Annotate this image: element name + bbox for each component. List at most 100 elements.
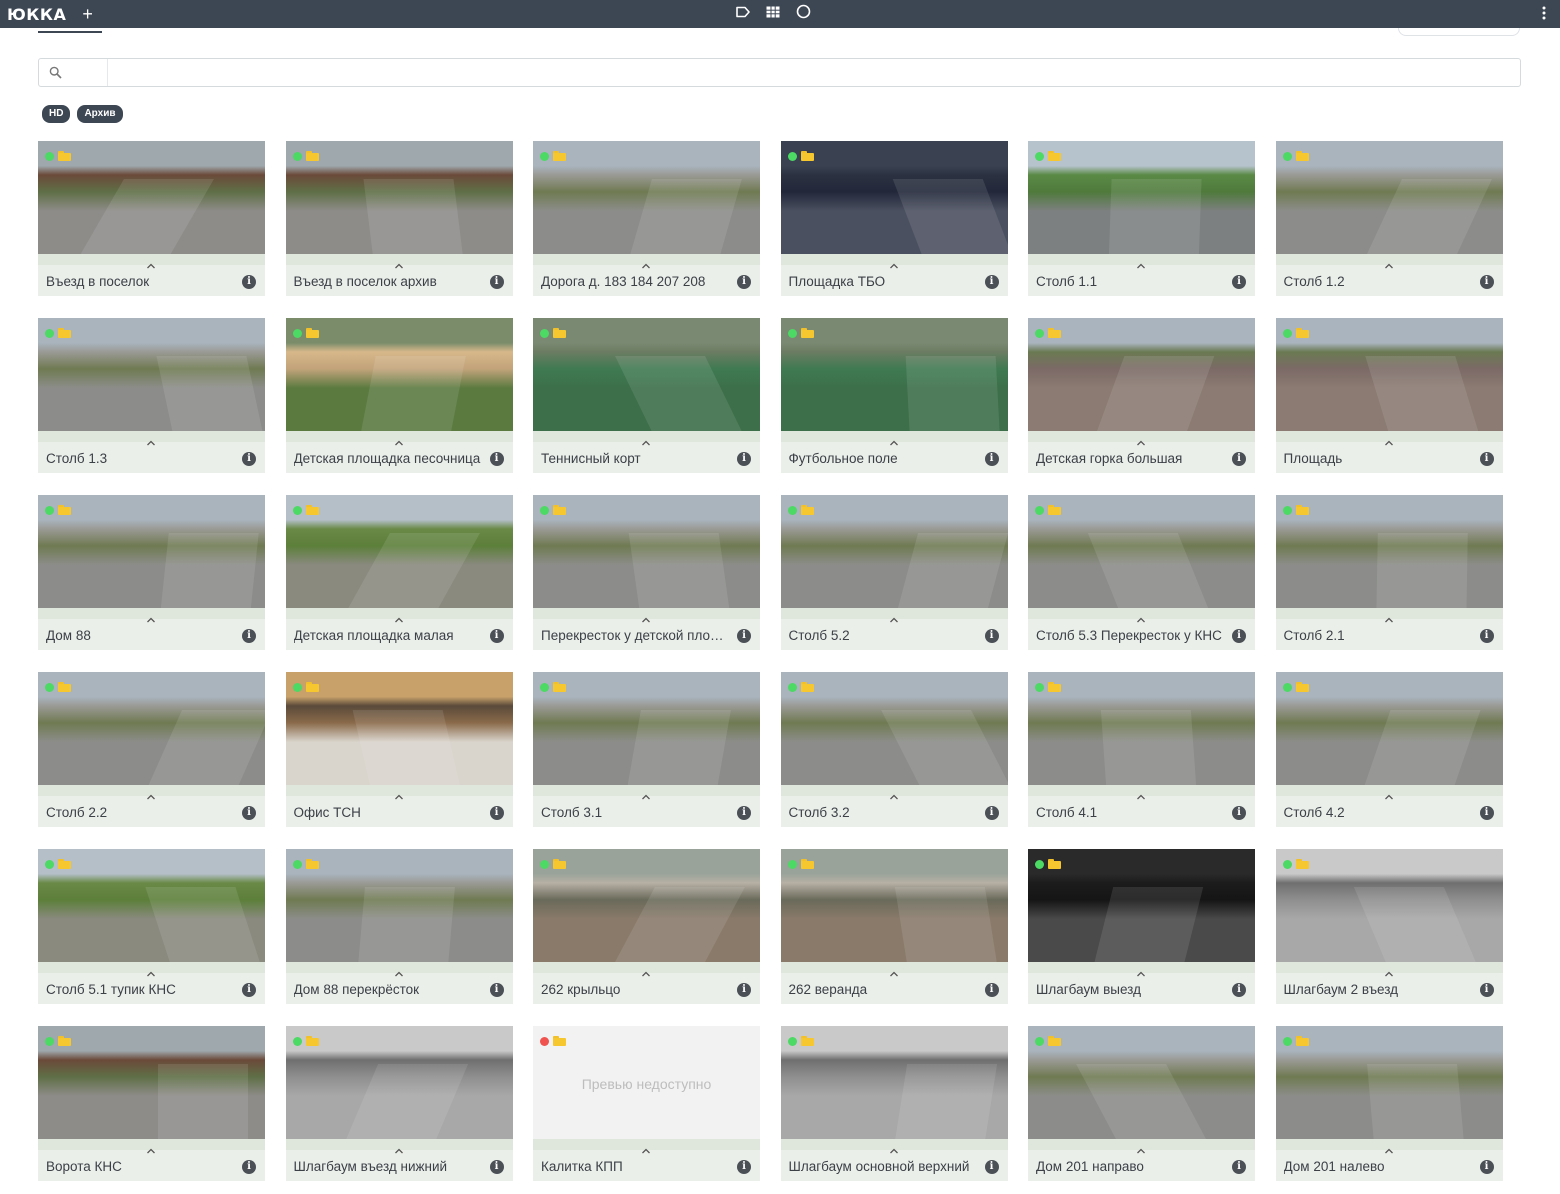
- camera-preview[interactable]: [285, 1026, 513, 1139]
- camera-preview[interactable]: [1028, 318, 1255, 431]
- camera-preview[interactable]: [285, 318, 513, 431]
- info-icon[interactable]: i: [242, 1160, 256, 1174]
- camera-preview[interactable]: Превью недоступно: [533, 1026, 760, 1139]
- chevron-up-icon[interactable]: [146, 1141, 156, 1159]
- camera-preview[interactable]: [38, 318, 265, 431]
- camera-preview[interactable]: [1275, 672, 1503, 785]
- search-input[interactable]: [111, 61, 1511, 84]
- camera-card[interactable]: Шлагбаум въезд нижний i: [285, 1026, 513, 1181]
- info-icon[interactable]: i: [1479, 1160, 1494, 1174]
- camera-preview[interactable]: [38, 141, 265, 254]
- camera-preview[interactable]: [533, 141, 760, 254]
- chevron-up-icon[interactable]: [394, 1141, 404, 1159]
- chevron-up-icon[interactable]: [1384, 433, 1394, 451]
- camera-card[interactable]: Дом 201 направо i: [1028, 1026, 1255, 1181]
- chevron-up-icon[interactable]: [1384, 787, 1394, 805]
- camera-card[interactable]: Дом 88 i: [38, 495, 265, 650]
- info-icon[interactable]: i: [1232, 275, 1246, 289]
- info-icon[interactable]: i: [489, 629, 504, 643]
- chevron-up-icon[interactable]: [1384, 610, 1394, 628]
- filter-hd[interactable]: HD: [42, 105, 71, 123]
- info-icon[interactable]: i: [1479, 629, 1494, 643]
- info-icon[interactable]: i: [984, 629, 999, 643]
- info-icon[interactable]: i: [1232, 1160, 1246, 1174]
- camera-preview[interactable]: [533, 318, 760, 431]
- camera-card[interactable]: Столб 2.1 i: [1275, 495, 1503, 650]
- camera-card[interactable]: Столб 1.1 i: [1028, 141, 1255, 296]
- camera-card[interactable]: Въезд в поселок архив i: [285, 141, 513, 296]
- info-icon[interactable]: i: [984, 1160, 999, 1174]
- chevron-up-icon[interactable]: [1384, 256, 1394, 274]
- tag-view-icon[interactable]: [736, 6, 750, 18]
- camera-card[interactable]: Теннисный корт i: [533, 318, 760, 473]
- chevron-up-icon[interactable]: [1136, 433, 1146, 451]
- chevron-up-icon[interactable]: [1136, 610, 1146, 628]
- camera-card[interactable]: Шлагбаум выезд i: [1028, 849, 1255, 1004]
- camera-card[interactable]: Детская площадка малая i: [285, 495, 513, 650]
- camera-preview[interactable]: [285, 495, 513, 608]
- chevron-up-icon[interactable]: [641, 610, 651, 628]
- camera-preview[interactable]: [1028, 1026, 1255, 1139]
- info-icon[interactable]: i: [737, 275, 751, 289]
- camera-preview[interactable]: [1275, 495, 1503, 608]
- camera-preview[interactable]: [285, 849, 513, 962]
- camera-preview[interactable]: [1275, 141, 1503, 254]
- info-icon[interactable]: i: [1232, 629, 1246, 643]
- chevron-up-icon[interactable]: [146, 610, 156, 628]
- camera-card[interactable]: Ворота КНС i: [38, 1026, 265, 1181]
- add-button[interactable]: +: [82, 5, 93, 23]
- camera-card[interactable]: Столб 4.1 i: [1028, 672, 1255, 827]
- chevron-up-icon[interactable]: [1384, 1141, 1394, 1159]
- chevron-up-icon[interactable]: [146, 964, 156, 982]
- camera-card[interactable]: Столб 1.3 i: [38, 318, 265, 473]
- chevron-up-icon[interactable]: [1136, 256, 1146, 274]
- chevron-up-icon[interactable]: [641, 256, 651, 274]
- chevron-up-icon[interactable]: [641, 1141, 651, 1159]
- circle-view-icon[interactable]: [796, 4, 811, 19]
- camera-card[interactable]: Дом 201 налево i: [1275, 1026, 1503, 1181]
- chevron-up-icon[interactable]: [394, 256, 404, 274]
- camera-card[interactable]: Столб 4.2 i: [1275, 672, 1503, 827]
- grid-view-icon[interactable]: [766, 6, 780, 18]
- info-icon[interactable]: i: [242, 806, 256, 820]
- camera-preview[interactable]: [780, 141, 1008, 254]
- chevron-up-icon[interactable]: [1384, 964, 1394, 982]
- camera-card[interactable]: Детская горка большая i: [1028, 318, 1255, 473]
- camera-card[interactable]: Дом 88 перекрёсток i: [285, 849, 513, 1004]
- camera-preview[interactable]: [1028, 495, 1255, 608]
- chevron-up-icon[interactable]: [146, 256, 156, 274]
- camera-card[interactable]: Шлагбаум основной верхний i: [780, 1026, 1008, 1181]
- camera-preview[interactable]: [1028, 849, 1255, 962]
- chevron-up-icon[interactable]: [889, 256, 899, 274]
- camera-card[interactable]: Превью недоступно Калитка КПП i: [533, 1026, 760, 1181]
- filter-archive[interactable]: Архив: [77, 105, 123, 123]
- camera-preview[interactable]: [780, 849, 1008, 962]
- camera-preview[interactable]: [1028, 141, 1255, 254]
- camera-card[interactable]: Въезд в поселок i: [38, 141, 265, 296]
- header-action-button[interactable]: [1398, 28, 1520, 36]
- camera-card[interactable]: Столб 5.2 i: [780, 495, 1008, 650]
- camera-card[interactable]: Столб 1.2 i: [1275, 141, 1503, 296]
- info-icon[interactable]: i: [737, 629, 751, 643]
- camera-card[interactable]: 262 крыльцо i: [533, 849, 760, 1004]
- chevron-up-icon[interactable]: [394, 787, 404, 805]
- chevron-up-icon[interactable]: [889, 787, 899, 805]
- info-icon[interactable]: i: [1232, 452, 1246, 466]
- info-icon[interactable]: i: [737, 452, 751, 466]
- camera-preview[interactable]: [38, 495, 265, 608]
- chevron-up-icon[interactable]: [146, 433, 156, 451]
- info-icon[interactable]: i: [242, 983, 256, 997]
- info-icon[interactable]: i: [489, 806, 504, 820]
- camera-preview[interactable]: [1275, 1026, 1503, 1139]
- camera-card[interactable]: Футбольное поле i: [780, 318, 1008, 473]
- camera-card[interactable]: Площадка ТБО i: [780, 141, 1008, 296]
- chevron-up-icon[interactable]: [641, 787, 651, 805]
- info-icon[interactable]: i: [1479, 983, 1494, 997]
- camera-card[interactable]: Перекресток у детской площадки i: [533, 495, 760, 650]
- camera-card[interactable]: 262 веранда i: [780, 849, 1008, 1004]
- camera-card[interactable]: Дорога д. 183 184 207 208 i: [533, 141, 760, 296]
- info-icon[interactable]: i: [984, 983, 999, 997]
- chevron-up-icon[interactable]: [394, 610, 404, 628]
- camera-preview[interactable]: [1028, 672, 1255, 785]
- chevron-up-icon[interactable]: [1136, 787, 1146, 805]
